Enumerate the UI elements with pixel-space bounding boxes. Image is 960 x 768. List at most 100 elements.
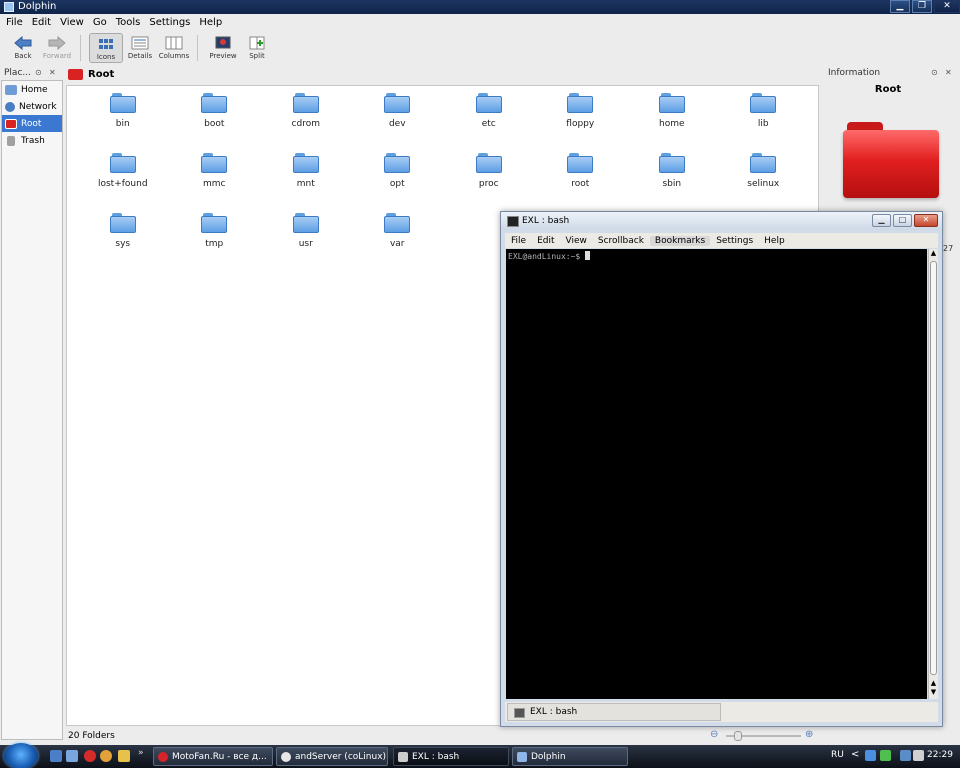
folder-item[interactable]: lib [718,90,810,150]
language-indicator[interactable]: RU [831,750,844,760]
folder-item[interactable]: sbin [626,150,718,210]
folder-name: etc [481,119,496,129]
folder-icon[interactable] [118,750,130,762]
opera-icon[interactable] [84,750,96,762]
minimize-button[interactable]: ▁ [890,0,910,13]
folder-item[interactable]: home [626,90,718,150]
terminal-screen[interactable]: EXL@andLinux:~$ [506,249,927,699]
details-view-button[interactable]: Details [123,33,157,63]
folder-item[interactable]: etc [443,90,535,150]
folder-item[interactable]: proc [443,150,535,210]
menu-file[interactable]: File [2,15,28,31]
menu-edit[interactable]: Edit [28,15,56,31]
zoom-slider[interactable]: ⊖ ⊕ [706,729,816,743]
places-item-root[interactable]: Root [2,115,62,132]
folder-item[interactable]: mnt [260,150,352,210]
preview-button[interactable]: Preview [206,33,240,63]
zoom-out-icon[interactable]: ⊖ [710,729,718,740]
network-icon[interactable] [900,750,911,761]
zoom-in-icon[interactable]: ⊕ [805,729,813,740]
tray-update-icon[interactable] [880,750,891,761]
taskbar-item-terminal[interactable]: EXL : bash [393,747,509,766]
toolbar-separator [80,35,81,61]
start-button[interactable] [4,743,38,768]
terminal-menu-edit[interactable]: Edit [532,236,559,246]
places-item-trash[interactable]: Trash [2,132,62,149]
close-panel-icon[interactable]: ✕ [945,68,952,77]
scroll-up-icon[interactable]: ▲ [929,249,938,259]
taskbar-item-motofan[interactable]: MotoFan.Ru - все д... [153,747,273,766]
menu-view[interactable]: View [56,15,89,31]
folder-item[interactable]: tmp [169,210,261,270]
folder-item[interactable]: opt [352,150,444,210]
menubar: File Edit View Go Tools Settings Help [0,15,960,31]
icons-view-button[interactable]: Icons [89,33,123,63]
menu-go[interactable]: Go [89,15,112,31]
tray-expand-icon[interactable]: < [851,749,859,760]
close-panel-icon[interactable]: ✕ [49,68,56,77]
folder-item[interactable]: cdrom [260,90,352,150]
quicklaunch-more-icon[interactable]: » [138,748,144,758]
maximize-button[interactable]: ❐ [912,0,932,13]
taskbar-item-andserver[interactable]: andServer (coLinux) [276,747,388,766]
terminal-titlebar[interactable]: EXL : bash ▁ □ ✕ [501,212,942,230]
close-button[interactable]: ✕ [934,0,960,13]
terminal-menu-help[interactable]: Help [759,236,790,246]
terminal-menu-view[interactable]: View [561,236,592,246]
folder-item[interactable]: dev [352,90,444,150]
back-button[interactable]: Back [6,33,40,63]
window-titlebar[interactable]: Dolphin ▁ ❐ ✕ [0,0,960,14]
split-label: Split [249,52,265,60]
menu-help[interactable]: Help [195,15,227,31]
places-item-network[interactable]: Network [2,98,62,115]
terminal-maximize-button[interactable]: □ [893,214,912,227]
folder-icon [109,153,136,173]
float-panel-icon[interactable]: ⊙ [35,68,42,77]
scroll-down-icon[interactable]: ▲ ▼ [929,679,938,697]
show-desktop-icon[interactable] [50,750,62,762]
terminal-close-button[interactable]: ✕ [914,214,938,227]
forward-button[interactable]: Forward [40,33,74,63]
volume-icon[interactable] [913,750,924,761]
folder-item[interactable]: floppy [535,90,627,150]
folder-name: cdrom [291,119,320,129]
split-button[interactable]: Split [240,33,274,63]
folder-name: selinux [747,179,780,189]
terminal-window[interactable]: EXL : bash ▁ □ ✕ File Edit View Scrollba… [500,211,943,727]
columns-view-button[interactable]: Columns [157,33,191,63]
float-panel-icon[interactable]: ⊙ [931,68,938,77]
zoom-handle[interactable] [734,731,742,741]
terminal-menu-scrollback[interactable]: Scrollback [593,236,649,246]
taskbar-item-dolphin[interactable]: Dolphin [512,747,628,766]
folder-item[interactable]: usr [260,210,352,270]
folder-item[interactable]: root [535,150,627,210]
terminal-minimize-button[interactable]: ▁ [872,214,891,227]
folder-icon [475,93,502,113]
terminal-app-icon [507,216,519,227]
folder-name: bin [115,119,130,129]
terminal-menu-bookmarks[interactable]: Bookmarks [649,235,711,246]
folder-item[interactable]: sys [77,210,169,270]
scrollbar-thumb[interactable] [930,261,937,675]
folder-item[interactable]: bin [77,90,169,150]
folder-name: boot [204,119,225,129]
clock[interactable]: 22:29 [927,750,953,760]
window-switch-icon[interactable] [66,750,78,762]
folder-item[interactable]: mmc [169,150,261,210]
menu-tools[interactable]: Tools [112,15,146,31]
terminal-menu-file[interactable]: File [506,236,531,246]
terminal-menu-settings[interactable]: Settings [711,236,758,246]
folder-name: lib [757,119,769,129]
places-item-home[interactable]: Home [2,81,62,98]
menu-settings[interactable]: Settings [145,15,195,31]
terminal-scrollbar[interactable]: ▲ ▲ ▼ [928,249,938,699]
terminal-tab[interactable]: EXL : bash [507,703,721,721]
folder-item[interactable]: lost+found [77,150,169,210]
tray-app-icon[interactable] [865,750,876,761]
folder-icon [384,213,411,233]
back-label: Back [14,52,32,60]
browser-icon[interactable] [100,750,112,762]
folder-item[interactable]: boot [169,90,261,150]
folder-item[interactable]: selinux [718,150,810,210]
folder-item[interactable]: var [352,210,444,270]
